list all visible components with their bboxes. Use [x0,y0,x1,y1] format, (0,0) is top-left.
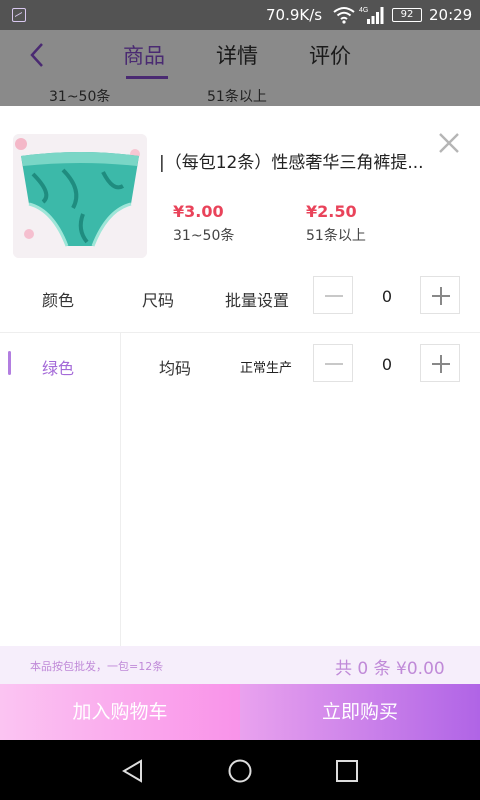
size-column-label: 尺码 [142,291,175,310]
selected-color-indicator [8,351,11,375]
price-tier-2: ¥2.50 [306,202,357,221]
nav-home-icon[interactable] [227,758,253,784]
back-arrow-icon[interactable] [24,40,54,70]
order-total: 共 0 条 ¥0.00 [335,659,445,679]
plus-icon-vertical [440,287,442,305]
column-divider [120,333,121,646]
battery-level: 92 [392,8,422,22]
wifi-icon [333,7,355,24]
product-image [13,134,147,258]
clock: 20:29 [429,6,473,24]
divider [0,332,480,333]
batch-quantity[interactable]: 0 [372,287,402,306]
plus-icon-vertical [440,355,442,373]
sku-selector-sheet: |（每包12条）性感奢华三角裤提... ¥3.00 31~50条 ¥2.50 5… [0,106,480,740]
batch-setting-label: 批量设置 [225,291,290,310]
tab-product[interactable]: 商品 [123,40,165,70]
color-column-label: 颜色 [42,291,75,310]
batch-increment-button[interactable] [420,276,460,314]
network-speed: 70.9K/s [266,6,323,24]
gallery-app-icon [12,8,26,22]
minus-icon [325,363,343,365]
size-label: 均码 [159,359,192,378]
product-thumbnail [13,134,147,258]
system-nav-bar [0,740,480,800]
product-header: 商品 详情 评价 31~50条 51条以上 [0,30,480,106]
price-range-tier-1: 31~50条 [173,228,235,244]
nav-recents-icon[interactable] [334,758,360,784]
header-tier-1: 31~50条 [49,89,111,105]
batch-decrement-button[interactable] [313,276,353,314]
production-status: 正常生产 [240,361,293,376]
add-to-cart-button[interactable]: 加入购物车 [0,684,240,740]
size-quantity[interactable]: 0 [372,355,402,374]
product-title: |（每包12条）性感奢华三角裤提... [159,153,424,173]
status-bar: 70.9K/s 4G 92 20:29 [0,0,480,30]
wholesale-note: 本品按包批发，一包=12条 [30,660,164,673]
buy-now-button[interactable]: 立即购买 [240,684,480,740]
size-decrement-button[interactable] [313,344,353,382]
header-tier-2: 51条以上 [207,89,267,105]
color-option-green[interactable]: 绿色 [42,355,74,379]
order-summary-bar: 本品按包批发，一包=12条 共 0 条 ¥0.00 [0,646,480,684]
price-tier-1: ¥3.00 [173,202,224,221]
price-range-tier-2: 51条以上 [306,228,366,244]
cell-signal-icon: 4G [359,7,384,24]
minus-icon [325,295,343,297]
action-bar: 加入购物车 立即购买 [0,684,480,740]
tab-details[interactable]: 详情 [216,40,258,70]
column-header-row: 颜色 尺码 批量设置 0 [0,266,480,326]
nav-back-icon[interactable] [120,758,146,784]
tab-reviews[interactable]: 评价 [309,40,351,70]
active-tab-indicator [126,76,168,79]
size-increment-button[interactable] [420,344,460,382]
network-type-label: 4G [359,7,368,14]
